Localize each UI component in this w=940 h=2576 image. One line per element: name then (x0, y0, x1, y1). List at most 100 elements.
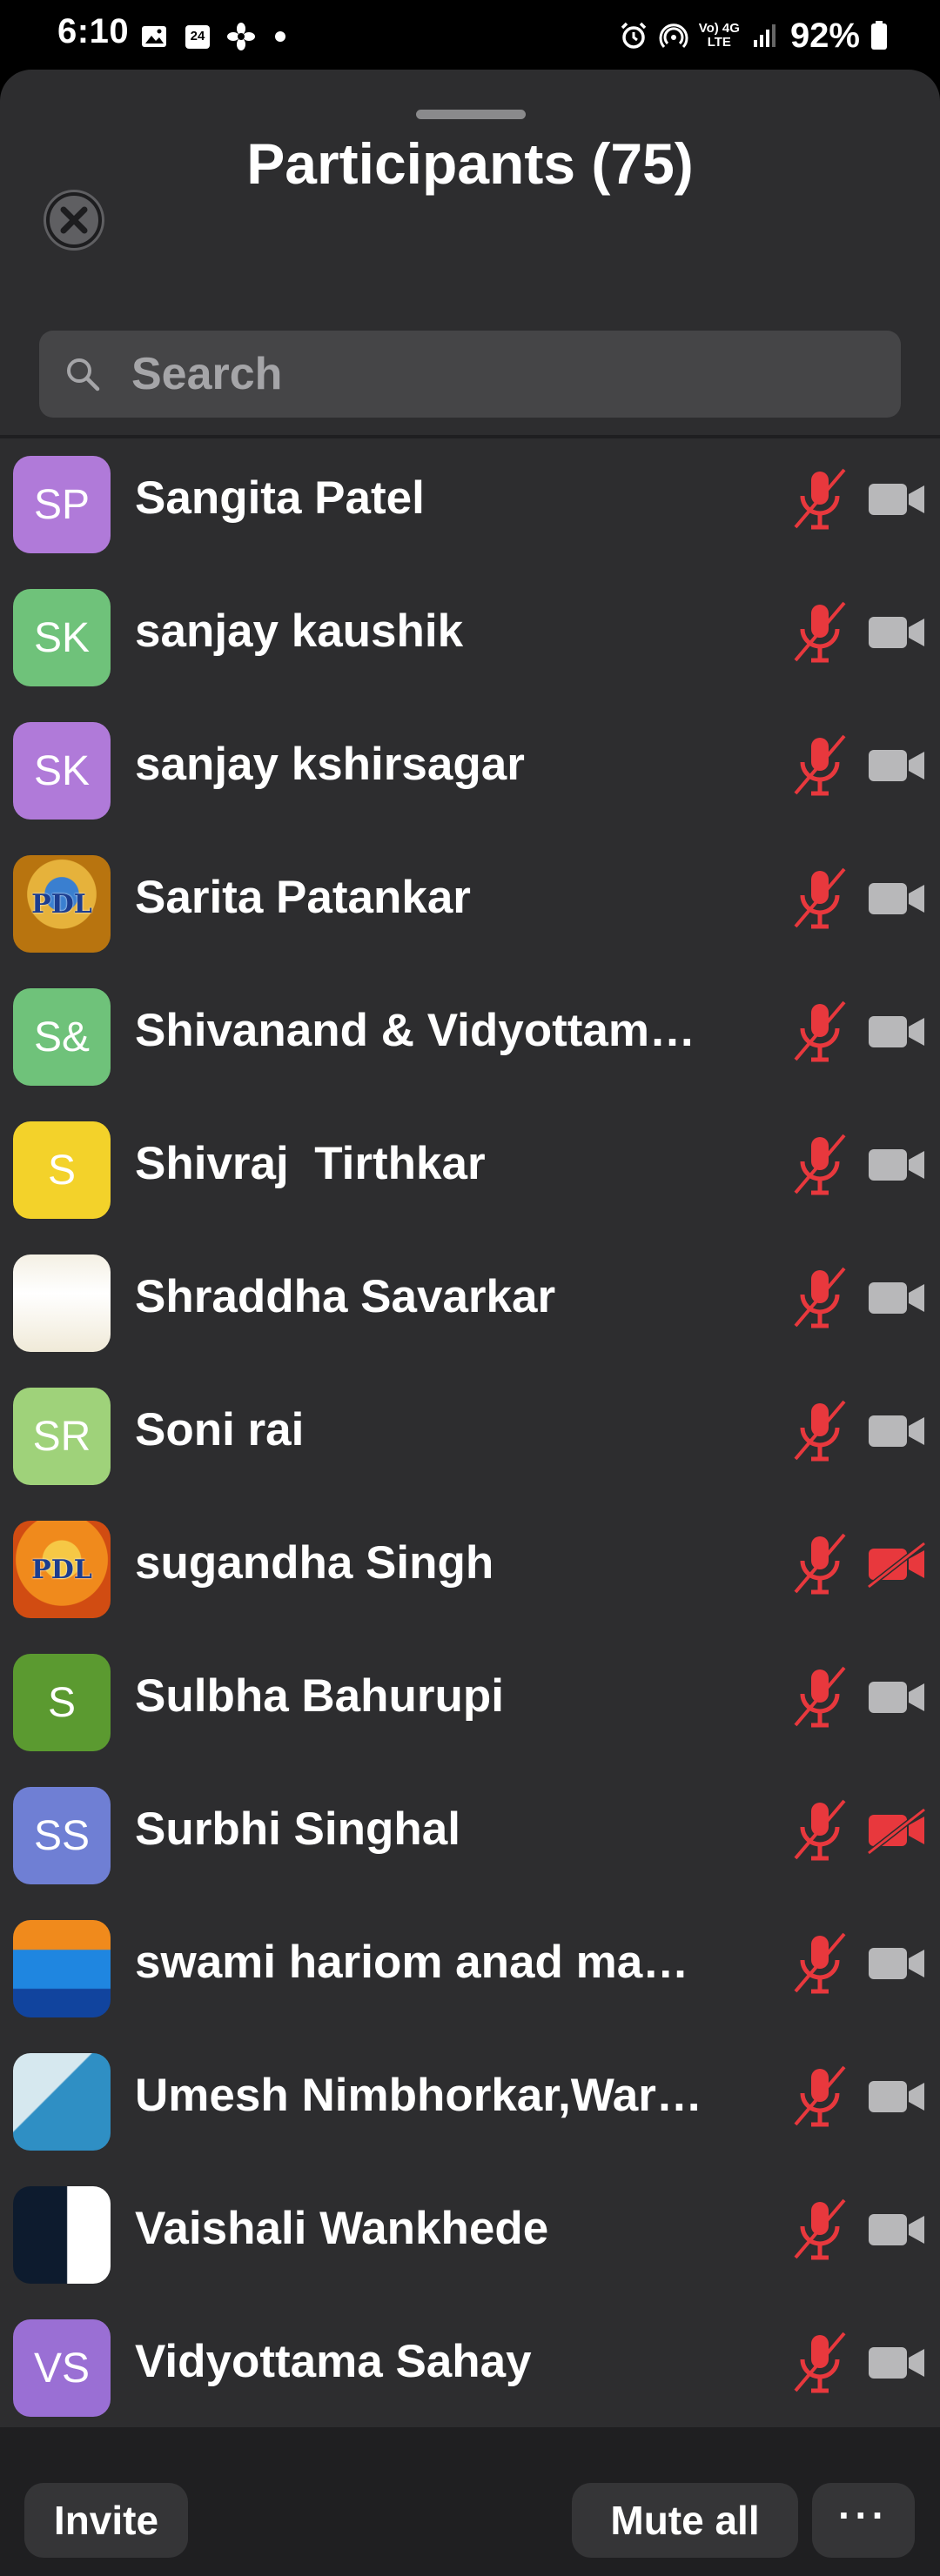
more-options-button[interactable]: ··· (812, 2483, 915, 2558)
search-bar[interactable] (39, 331, 901, 418)
avatar-initials: SS (33, 1812, 91, 1859)
calendar-day: 24 (190, 29, 205, 43)
status-right-icons: Vo) 4G LTE 92% (619, 14, 888, 57)
video-off-icon[interactable] (867, 2205, 928, 2254)
avatar (13, 2053, 111, 2151)
invite-button[interactable]: Invite (24, 2483, 188, 2558)
participant-name: Vaishali Wankhede (135, 2203, 549, 2254)
mic-muted-icon[interactable] (790, 2328, 849, 2398)
status-left-icons: 24 (139, 19, 285, 54)
video-off-icon[interactable] (867, 475, 928, 524)
participant-row[interactable]: VS Vidyottama Sahay (0, 2307, 940, 2440)
participant-row[interactable]: PDL sugandha Singh (0, 1509, 940, 1642)
mic-muted-icon[interactable] (790, 864, 849, 933)
participant-row[interactable]: SK sanjay kshirsagar (0, 710, 940, 843)
participant-row[interactable]: swami hariom anad mah… (0, 1908, 940, 2041)
participant-name: Vidyottama Sahay (135, 2336, 532, 2387)
video-off-icon[interactable] (867, 1141, 928, 1189)
mic-muted-icon[interactable] (790, 598, 849, 667)
mic-muted-icon[interactable] (790, 1929, 849, 1998)
avatar: SP (13, 456, 111, 553)
participant-row[interactable]: SK sanjay kaushik (0, 577, 940, 710)
search-icon (67, 358, 100, 391)
participant-name: Surbhi Singhal (135, 1803, 460, 1855)
participant-name: sanjay kshirsagar (135, 739, 525, 790)
participant-row[interactable]: PDL Sarita Patankar (0, 843, 940, 976)
avatar (13, 2186, 111, 2284)
participants-sheet: Participants (75) SP Sangita Patel SK sanj… (0, 70, 940, 2576)
avatar: PDL (13, 1521, 111, 1618)
participant-row[interactable]: SS Surbhi Singhal (0, 1775, 940, 1908)
signal-icon (753, 24, 776, 47)
battery-percent: 92% (789, 16, 860, 55)
video-off-icon[interactable] (867, 608, 928, 657)
video-off-icon[interactable] (867, 1673, 928, 1722)
network-type: Vo) 4G LTE (699, 22, 740, 50)
close-icon (46, 192, 102, 248)
mic-muted-icon[interactable] (790, 1396, 849, 1466)
drag-handle[interactable] (416, 110, 526, 119)
mic-muted-icon[interactable] (790, 1130, 849, 1200)
participant-name: Shraddha Savarkar (135, 1271, 556, 1322)
avatar: SK (13, 589, 111, 686)
avatar: SR (13, 1388, 111, 1485)
participant-row[interactable]: S Shivraj Tirthkar (0, 1109, 940, 1242)
video-off-icon[interactable] (867, 1007, 928, 1056)
avatar: VS (13, 2319, 111, 2417)
more-icon: ··· (838, 2492, 889, 2538)
participant-row[interactable]: S& Shivanand & Vidyottam… (0, 976, 940, 1109)
search-input[interactable] (131, 331, 880, 418)
avatar: S (13, 1654, 111, 1751)
avatar-initials: SK (33, 614, 91, 661)
bottom-action-bar: Invite Mute all ··· (0, 2427, 940, 2576)
mic-muted-icon[interactable] (790, 1663, 849, 1732)
participant-row[interactable]: S Sulbha Bahurupi (0, 1642, 940, 1775)
mic-muted-icon[interactable] (790, 731, 849, 800)
avatar-initials: S (47, 1147, 76, 1194)
mic-muted-icon[interactable] (790, 2062, 849, 2131)
participant-row[interactable]: Umesh Nimbhorkar,War… (0, 2041, 940, 2174)
video-off-icon[interactable] (867, 1939, 928, 1988)
participant-name: Sulbha Bahurupi (135, 1670, 504, 1722)
participant-row[interactable]: Vaishali Wankhede (0, 2174, 940, 2307)
participant-name: Shivanand & Vidyottam… (135, 1005, 695, 1056)
participant-name: Umesh Nimbhorkar,War… (135, 2070, 702, 2121)
participant-name: Shivraj Tirthkar (135, 1138, 486, 1189)
hotspot-icon (659, 23, 688, 49)
mic-muted-icon[interactable] (790, 2195, 849, 2265)
video-off-icon[interactable] (867, 1274, 928, 1322)
status-bar: 6:10 24 Vo) 4G LTE 92% (0, 0, 940, 71)
participant-name: Sangita Patel (135, 472, 425, 524)
video-off-icon[interactable] (867, 2338, 928, 2387)
avatar: S (13, 1121, 111, 1219)
mic-muted-icon[interactable] (790, 465, 849, 534)
video-off-icon[interactable] (867, 741, 928, 790)
video-blocked-icon[interactable] (867, 1540, 928, 1589)
mic-muted-icon[interactable] (790, 997, 849, 1067)
avatar-initials: PDL (31, 1554, 92, 1585)
avatar: S& (13, 988, 111, 1086)
participant-row[interactable]: SP Sangita Patel (0, 444, 940, 577)
participant-name: Soni rai (135, 1404, 305, 1455)
status-time: 6:10 (57, 12, 130, 50)
participant-row[interactable]: SR Soni rai (0, 1375, 940, 1509)
video-off-icon[interactable] (867, 1407, 928, 1455)
network-bottom: LTE (707, 35, 731, 50)
battery-icon (871, 21, 887, 50)
mute-all-button[interactable]: Mute all (572, 2483, 798, 2558)
mic-muted-icon[interactable] (790, 1796, 849, 1865)
video-off-icon[interactable] (867, 874, 928, 923)
participant-name: sugandha Singh (135, 1537, 494, 1589)
close-button[interactable] (44, 190, 104, 251)
video-blocked-icon[interactable] (867, 1806, 928, 1855)
dot-icon (275, 31, 285, 42)
mic-muted-icon[interactable] (790, 1529, 849, 1599)
participant-row[interactable]: Shraddha Savarkar (0, 1242, 940, 1375)
video-off-icon[interactable] (867, 2072, 928, 2121)
avatar-initials: S& (33, 1014, 91, 1061)
mic-muted-icon[interactable] (790, 1263, 849, 1333)
avatar-initials: SR (32, 1413, 91, 1460)
calendar-24-icon: 24 (183, 22, 212, 51)
page-title: Participants (75) (246, 131, 694, 196)
pinwheel-icon (227, 23, 255, 50)
